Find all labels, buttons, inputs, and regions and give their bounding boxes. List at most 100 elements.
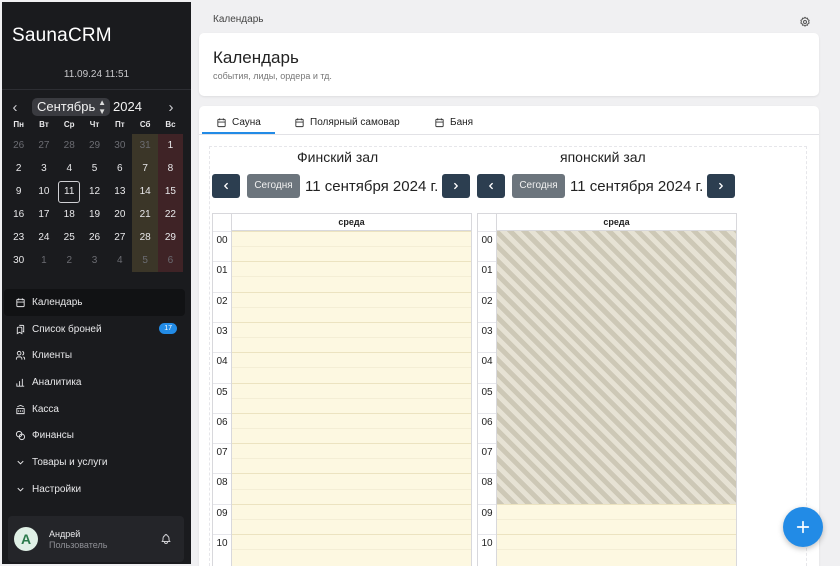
- calendar-day[interactable]: 10: [31, 180, 56, 203]
- calendar-day[interactable]: 2: [6, 157, 31, 180]
- user-panel[interactable]: А Андрей Пользователь: [8, 516, 184, 562]
- day-column-header: среда: [231, 214, 471, 231]
- gear-icon[interactable]: [799, 15, 811, 33]
- avatar: А: [14, 527, 38, 551]
- calendar-day[interactable]: 4: [107, 249, 132, 272]
- time-slot-line: [232, 367, 471, 369]
- calendar-day-number: 1: [41, 255, 47, 266]
- calendar-day[interactable]: 9: [6, 180, 31, 203]
- calendar-day[interactable]: 23: [6, 226, 31, 249]
- bell-icon[interactable]: [160, 532, 172, 550]
- calendar-day[interactable]: 1: [157, 134, 184, 157]
- hall-1-prev-button[interactable]: [212, 174, 240, 198]
- calendar-day[interactable]: 22: [157, 203, 184, 226]
- chevron-right-icon: [454, 182, 458, 190]
- calendar-day[interactable]: 8: [157, 157, 184, 180]
- calendar-day[interactable]: 14: [132, 180, 158, 203]
- calendar-day[interactable]: 3: [82, 249, 107, 272]
- sidebar-item-3[interactable]: Аналитика: [4, 369, 185, 396]
- calendar-day[interactable]: 15: [157, 180, 184, 203]
- calendar-day[interactable]: 12: [82, 180, 107, 203]
- next-month-chevron-icon[interactable]: ›: [163, 99, 179, 116]
- calendar-day[interactable]: 30: [107, 134, 132, 157]
- calendar-icon: [294, 117, 305, 128]
- calendar-day[interactable]: 19: [82, 203, 107, 226]
- calendar-day[interactable]: 29: [82, 134, 107, 157]
- calendar-day[interactable]: 3: [31, 157, 56, 180]
- calendar-day[interactable]: 24: [31, 226, 56, 249]
- calendar-day[interactable]: 5: [132, 249, 158, 272]
- calendar-day[interactable]: 16: [6, 203, 31, 226]
- time-slot-line: [497, 534, 736, 535]
- time-slots-column[interactable]: [496, 231, 736, 566]
- hall-2-today-button[interactable]: Сегодня: [512, 174, 565, 198]
- calendar-day[interactable]: 27: [31, 134, 56, 157]
- hour-label: 06: [478, 412, 496, 443]
- calendar-day[interactable]: 26: [82, 226, 107, 249]
- calendar-day[interactable]: 13: [107, 180, 132, 203]
- calendar-day[interactable]: 28: [132, 226, 158, 249]
- hall-1-today-button[interactable]: Сегодня: [247, 174, 300, 198]
- calendar-day[interactable]: 21: [132, 203, 158, 226]
- sidebar-item-4[interactable]: Касса: [4, 396, 185, 423]
- current-datetime: 11.09.24 11:51: [63, 69, 130, 80]
- hour-label: 06: [213, 412, 231, 443]
- hall-2-schedule-grid: среда 00 01 02 03 04 05 06 07 08 09 10: [477, 213, 737, 566]
- calendar-day[interactable]: 29: [157, 226, 184, 249]
- sidebar-item-7[interactable]: Настройки: [4, 476, 185, 503]
- prev-month-chevron-icon[interactable]: ‹: [7, 99, 23, 116]
- year-label[interactable]: 2024: [113, 99, 142, 114]
- hour-label: 07: [478, 443, 496, 473]
- calendar-day[interactable]: 5: [82, 157, 107, 180]
- hall-1-next-button[interactable]: [442, 174, 470, 198]
- calendar-day[interactable]: 7: [132, 157, 158, 180]
- time-slot-line: [232, 261, 471, 263]
- calendar-day[interactable]: 25: [57, 226, 82, 249]
- calendar-day-today[interactable]: 11: [57, 180, 82, 203]
- time-slot-line: [497, 518, 736, 520]
- sidebar-item-6[interactable]: Товары и услуги: [4, 449, 185, 476]
- hall-2-prev-button[interactable]: [477, 174, 505, 198]
- sidebar-item-0[interactable]: Календарь: [4, 289, 185, 316]
- calendar-day[interactable]: 20: [107, 203, 132, 226]
- tab-0[interactable]: Сауна: [202, 115, 275, 134]
- calendar-day[interactable]: 31: [132, 134, 158, 157]
- calendar-day[interactable]: 30: [6, 249, 31, 272]
- calendar-day-number: 15: [164, 186, 176, 197]
- calendar-day[interactable]: 17: [31, 203, 56, 226]
- time-slot-line: [232, 412, 471, 414]
- time-slot-line: [232, 549, 471, 551]
- tab-2[interactable]: Баня: [434, 115, 473, 129]
- calendar-day[interactable]: 4: [57, 157, 82, 180]
- sidebar-nav: Календарь Список броней 17 Клиенты Аналитика…: [2, 289, 191, 503]
- time-slots-column[interactable]: [231, 231, 471, 566]
- sidebar-item-label: Финансы: [32, 430, 74, 442]
- sidebar-item-2[interactable]: Клиенты: [4, 342, 185, 369]
- hour-label: 10: [213, 534, 231, 564]
- calendar-day[interactable]: 18: [57, 203, 82, 226]
- count-badge: 17: [159, 322, 177, 334]
- tab-1[interactable]: Полярный самовар: [294, 115, 400, 129]
- calendar-day[interactable]: 1: [31, 249, 56, 272]
- sidebar-divider: [2, 89, 191, 90]
- calendar-day[interactable]: 6: [107, 157, 132, 180]
- chevron-left-icon: [489, 182, 493, 190]
- calendar-day-number: 8: [167, 163, 174, 174]
- time-slot-line: [232, 488, 471, 490]
- calendar-day[interactable]: 28: [57, 134, 82, 157]
- weekday-label: Сб: [139, 120, 151, 129]
- calendar-day[interactable]: 6: [157, 249, 184, 272]
- sidebar-item-5[interactable]: Финансы: [4, 422, 185, 449]
- month-select[interactable]: Сентябрь ▲ ▼: [32, 98, 110, 116]
- hall-2-next-button[interactable]: [707, 174, 735, 198]
- calendar-day[interactable]: 27: [107, 226, 132, 249]
- day-column-header: среда: [496, 214, 736, 231]
- calendar-day[interactable]: 2: [57, 249, 82, 272]
- hour-label: 05: [213, 382, 231, 413]
- sidebar: SaunaCRM 11.09.24 11:51 ‹ Сентябрь ▲ ▼ 20…: [2, 2, 191, 564]
- time-slot-line: [232, 321, 471, 323]
- sidebar-item-1[interactable]: Список броней 17: [4, 316, 185, 343]
- add-booking-button[interactable]: [783, 507, 823, 547]
- calendar-day[interactable]: 26: [6, 134, 31, 157]
- hour-label: 09: [478, 503, 496, 534]
